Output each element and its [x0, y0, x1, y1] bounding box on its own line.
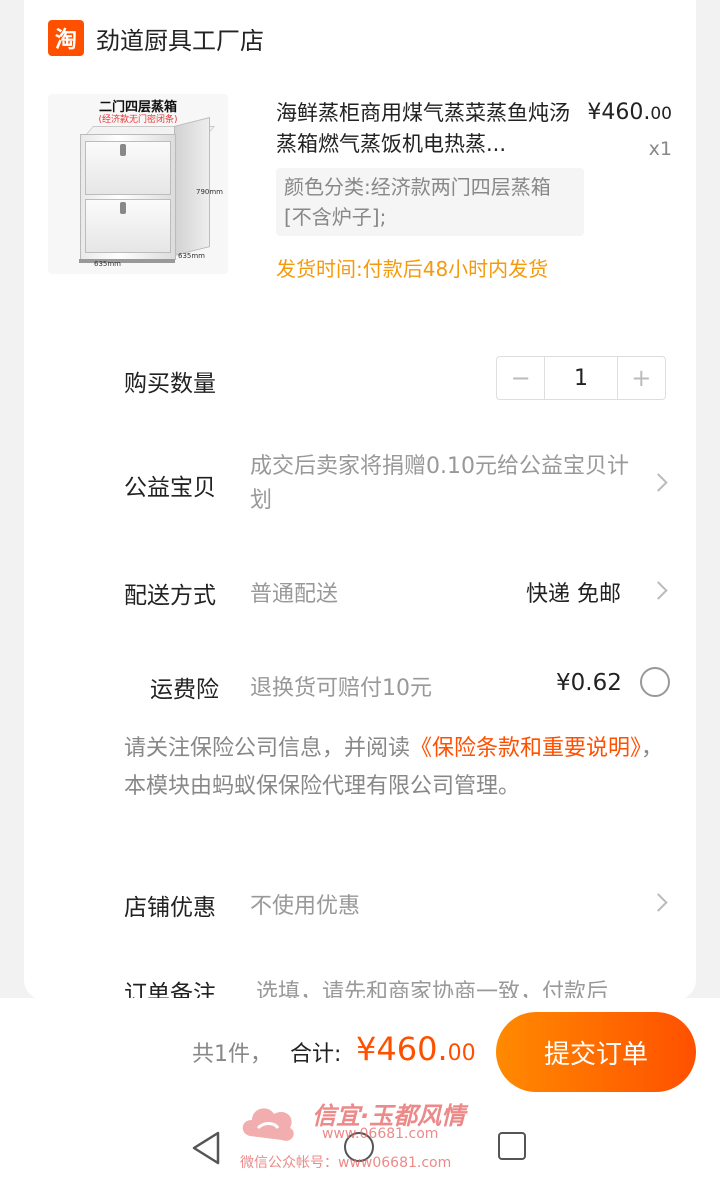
delivery-value[interactable]: 快递 免邮 [526, 576, 621, 608]
charity-text[interactable]: 成交后卖家将捐赠0.10元给公益宝贝计划 [250, 450, 630, 518]
ship-time: 发货时间:付款后48小时内发货 [276, 257, 549, 281]
coupon-value[interactable]: 不使用优惠 [250, 888, 360, 920]
insurance-radio[interactable] [640, 667, 670, 697]
quantity-label: 购买数量 [124, 371, 216, 397]
chevron-right-icon[interactable] [649, 473, 668, 492]
submit-order-button[interactable]: 提交订单 [496, 1012, 696, 1092]
cabinet-door-lower [85, 199, 171, 253]
steam-cabinet-drawing [79, 134, 176, 263]
charity-label: 公益宝贝 [124, 475, 216, 501]
decrement-button[interactable]: − [497, 357, 544, 399]
remark-label: 订单备注 [124, 981, 216, 1000]
chevron-right-icon[interactable] [649, 581, 668, 600]
product-image[interactable]: 二门四层蒸箱 (经济款无门密闭条) 790mm 635mm 635mm [48, 94, 228, 274]
product-price-cents: 00 [650, 104, 672, 124]
dimension-depth: 635mm [178, 252, 205, 260]
cabinet-side [174, 117, 210, 256]
door-handle-icon [120, 202, 126, 214]
cabinet-door-upper [85, 141, 171, 195]
insurance-note: 请关注保险公司信息，并阅读《保险条款和重要说明》，本模块由蚂蚁保保险代理有限公司… [124, 730, 676, 806]
shop-header[interactable]: 淘 劲道厨具工厂店 [48, 20, 264, 56]
delivery-method: 普通配送 [250, 582, 339, 607]
watermark-wechat: 微信公众帐号：www06681.com [240, 1155, 452, 1171]
coupon-label: 店铺优惠 [124, 895, 216, 921]
insurance-desc: 退换货可赔付10元 [250, 676, 432, 701]
insurance-terms-link[interactable]: 《保险条款和重要说明》 [410, 736, 641, 761]
back-icon[interactable] [190, 1130, 222, 1166]
total-label: 合计: [290, 1042, 342, 1067]
recent-apps-icon[interactable] [498, 1132, 526, 1160]
shop-name[interactable]: 劲道厨具工厂店 [96, 21, 264, 56]
product-sku[interactable]: 颜色分类:经济款两门四层蒸箱[不含炉子]; [276, 168, 584, 236]
dimension-width: 635mm [94, 260, 121, 268]
chevron-right-icon[interactable] [649, 893, 668, 912]
door-handle-icon [120, 144, 126, 156]
item-count: 共1件， [192, 1042, 272, 1067]
total-price-main: ¥460. [356, 1030, 448, 1068]
watermark-logo-icon [242, 1108, 294, 1141]
watermark-url: www.06681.com [322, 1126, 439, 1142]
taobao-shop-icon: 淘 [48, 20, 84, 56]
remark-input[interactable]: 选填，请先和商家协商一致，付款后 [256, 974, 676, 1000]
total-price: ¥460.00 [356, 1030, 476, 1068]
product-title[interactable]: 海鲜蒸柜商用煤气蒸菜蒸鱼炖汤蒸箱燃气蒸饭机电热蒸... [276, 98, 586, 160]
order-card: 淘 劲道厨具工厂店 二门四层蒸箱 (经济款无门密闭条) 790mm 635mm … [24, 0, 696, 1000]
increment-button[interactable]: + [618, 357, 665, 399]
product-price: ¥460.00 [587, 100, 672, 125]
insurance-label: 运费险 [150, 677, 219, 703]
dimension-height: 790mm [196, 188, 223, 196]
insurance-note-prefix: 请关注保险公司信息，并阅读 [124, 736, 411, 761]
insurance-price: ¥0.62 [556, 670, 622, 696]
product-quantity: x1 [648, 138, 672, 160]
product-price-main: ¥460. [587, 100, 651, 125]
delivery-label: 配送方式 [124, 583, 216, 609]
quantity-value[interactable]: 1 [544, 357, 618, 399]
checkout-bar: 共1件， 合计: ¥460.00 提交订单 [0, 998, 720, 1104]
quantity-stepper[interactable]: − 1 + [496, 356, 666, 400]
total-price-cents: 00 [447, 1041, 476, 1066]
